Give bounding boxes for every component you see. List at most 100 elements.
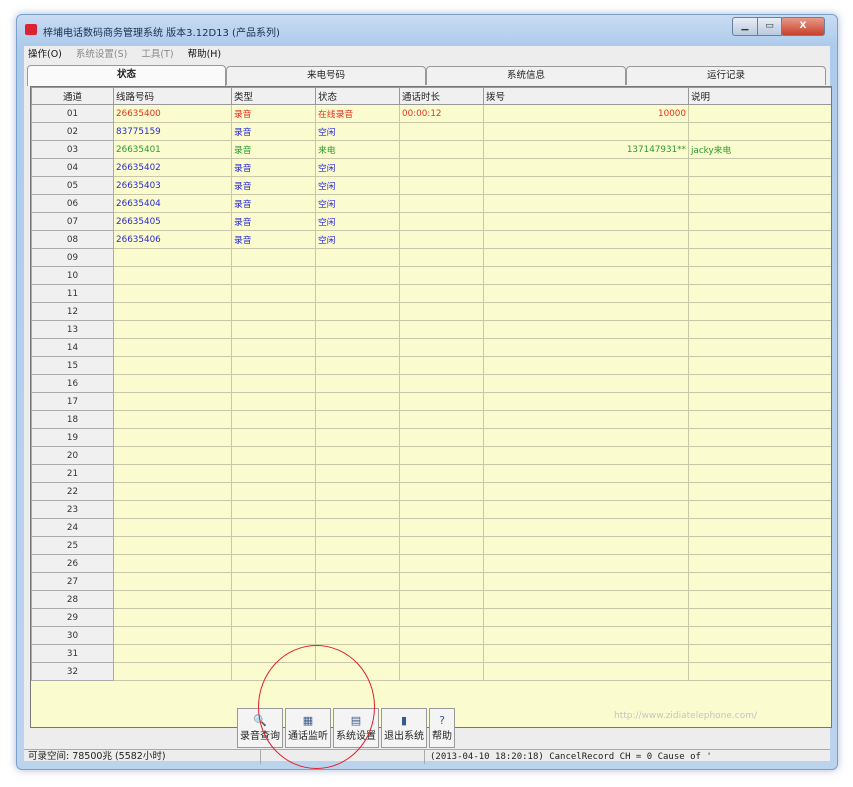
table-row[interactable]: 17 (31, 392, 831, 411)
cell-line-number (113, 266, 232, 285)
cell-status (315, 266, 400, 285)
menu-help[interactable]: 帮助(H) (188, 46, 222, 64)
cell-duration (399, 284, 484, 303)
table-row[interactable]: 20 (31, 446, 831, 465)
maximize-button[interactable]: ▭ (757, 17, 782, 36)
table-row[interactable]: 02 83775159 录音 空闲 (31, 122, 831, 141)
table-row[interactable]: 24 (31, 518, 831, 537)
table-row[interactable]: 08 26635406 录音 空闲 (31, 230, 831, 249)
table-row[interactable]: 12 (31, 302, 831, 321)
table-row[interactable]: 25 (31, 536, 831, 555)
menu-system-settings[interactable]: 系统设置(S) (76, 46, 127, 64)
table-row[interactable]: 18 (31, 410, 831, 429)
cell-note (688, 608, 831, 627)
cell-type (231, 500, 316, 519)
cell-duration (399, 410, 484, 429)
cell-status: 空闲 (315, 122, 400, 141)
cell-note (688, 230, 831, 249)
call-monitor-button[interactable]: ▦ 通话监听 (285, 708, 331, 748)
cell-note (688, 590, 831, 609)
exit-system-button[interactable]: ▮ 退出系统 (381, 708, 427, 748)
table-row[interactable]: 21 (31, 464, 831, 483)
cell-note (688, 356, 831, 375)
cell-status (315, 338, 400, 357)
col-header-note[interactable]: 说明 (688, 87, 831, 105)
table-row[interactable]: 28 (31, 590, 831, 609)
cell-status (315, 248, 400, 267)
table-row[interactable]: 23 (31, 500, 831, 519)
cell-line-number (113, 446, 232, 465)
window-title: 梓埔电话数码商务管理系统 版本3.12D13 (产品系列) (43, 28, 280, 39)
cell-status (315, 572, 400, 591)
table-row[interactable]: 05 26635403 录音 空闲 (31, 176, 831, 195)
cell-dial (483, 248, 689, 267)
col-header-dial[interactable]: 拨号 (483, 87, 689, 105)
table-row[interactable]: 32 (31, 662, 831, 681)
table-row[interactable]: 29 (31, 608, 831, 627)
table-row[interactable]: 03 26635401 录音 来电 137147931** jacky来电 (31, 140, 831, 159)
cell-type (231, 338, 316, 357)
cell-channel: 29 (31, 608, 114, 627)
menu-operate[interactable]: 操作(O) (28, 46, 62, 64)
table-row[interactable]: 07 26635405 录音 空闲 (31, 212, 831, 231)
close-button[interactable]: X (781, 17, 825, 36)
table-row[interactable]: 31 (31, 644, 831, 663)
cell-note (688, 536, 831, 555)
table-row[interactable]: 04 26635402 录音 空闲 (31, 158, 831, 177)
col-header-type[interactable]: 类型 (231, 87, 316, 105)
menu-tools[interactable]: 工具(T) (141, 46, 173, 64)
title-bar[interactable]: 梓埔电话数码商务管理系统 版本3.12D13 (产品系列) ▁ ▭ X (17, 15, 837, 45)
table-row[interactable]: 01 26635400 录音 在线录音 00:00:12 10000 (31, 104, 831, 123)
cell-dial (483, 230, 689, 249)
channel-grid[interactable]: 通道 线路号码 类型 状态 通话时长 拨号 说明 01 26635400 录音 在线录… (30, 86, 832, 728)
cell-channel: 08 (31, 230, 114, 249)
cell-status (315, 284, 400, 303)
table-row[interactable]: 14 (31, 338, 831, 357)
tab-system-info[interactable]: 系统信息 (426, 66, 626, 85)
table-row[interactable]: 27 (31, 572, 831, 591)
cell-status (315, 536, 400, 555)
record-query-button[interactable]: 🔍 录音查询 (237, 708, 283, 748)
cell-type (231, 536, 316, 555)
system-settings-button[interactable]: ▤ 系统设置 (333, 708, 379, 748)
cell-status: 空闲 (315, 194, 400, 213)
tab-run-log[interactable]: 运行记录 (626, 66, 826, 85)
cell-duration (399, 536, 484, 555)
table-row[interactable]: 19 (31, 428, 831, 447)
col-header-line-number[interactable]: 线路号码 (113, 87, 232, 105)
col-header-channel[interactable]: 通道 (31, 87, 114, 105)
minimize-button[interactable]: ▁ (732, 17, 758, 36)
cell-channel: 27 (31, 572, 114, 591)
system-settings-label: 系统设置 (336, 731, 376, 742)
table-row[interactable]: 06 26635404 录音 空闲 (31, 194, 831, 213)
cell-dial (483, 500, 689, 519)
tab-status[interactable]: 状态 (27, 65, 226, 86)
table-row[interactable]: 13 (31, 320, 831, 339)
settings-icon: ▤ (350, 714, 362, 727)
table-row[interactable]: 26 (31, 554, 831, 573)
help-button[interactable]: ? 帮助 (429, 708, 455, 748)
cell-dial (483, 374, 689, 393)
table-row[interactable]: 11 (31, 284, 831, 303)
col-header-status[interactable]: 状态 (315, 87, 400, 105)
tab-caller-id[interactable]: 来电号码 (226, 66, 426, 85)
table-row[interactable]: 30 (31, 626, 831, 645)
minimize-icon: ▁ (741, 21, 749, 31)
cell-status (315, 410, 400, 429)
cell-status (315, 590, 400, 609)
table-row[interactable]: 15 (31, 356, 831, 375)
cell-duration (399, 248, 484, 267)
table-row[interactable]: 16 (31, 374, 831, 393)
cell-duration (399, 428, 484, 447)
cell-duration (399, 464, 484, 483)
cell-dial (483, 626, 689, 645)
table-row[interactable]: 22 (31, 482, 831, 501)
cell-channel: 16 (31, 374, 114, 393)
table-row[interactable]: 09 (31, 248, 831, 267)
cell-type (231, 374, 316, 393)
cell-type (231, 446, 316, 465)
col-header-duration[interactable]: 通话时长 (399, 87, 484, 105)
cell-note (688, 194, 831, 213)
cell-status (315, 320, 400, 339)
table-row[interactable]: 10 (31, 266, 831, 285)
